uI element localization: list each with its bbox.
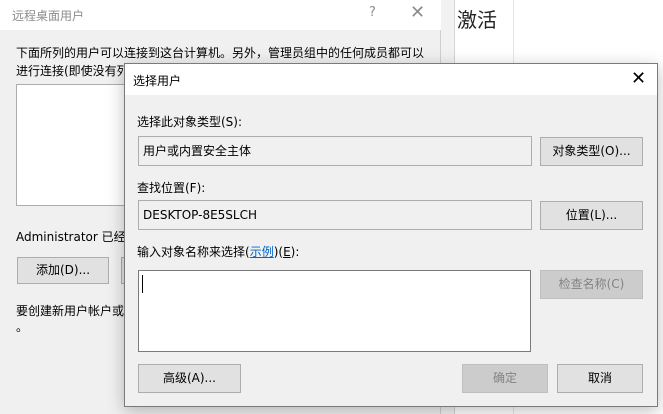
description-line-1: 下面所列的用户可以连接到这台计算机。另外，管理员组中的任何成员都可以 [16, 46, 425, 60]
back-dialog-close-icon[interactable]: ✕ [410, 2, 425, 23]
enter-names-label-end: ): [290, 245, 300, 259]
object-names-input[interactable] [138, 270, 531, 352]
create-account-text-end: 。 [16, 320, 29, 334]
examples-link[interactable]: 示例 [250, 245, 274, 259]
create-account-text: 要创建新用户帐户或 [16, 304, 125, 318]
administrator-status-text: Administrator 已经 [16, 230, 126, 244]
enter-names-label-mid: )( [273, 245, 284, 259]
location-field: DESKTOP-8E5SLCH [138, 200, 532, 230]
back-dialog-title: 远程桌面用户 [12, 9, 85, 23]
users-listbox[interactable] [16, 84, 128, 206]
check-names-button[interactable]: 检查名称(C) [540, 270, 643, 299]
front-dialog-titlebar: 选择用户 ✕ [125, 64, 657, 95]
enter-names-access-key: E [283, 245, 291, 259]
enter-names-label: 输入对象名称来选择(示例)(E): [137, 243, 299, 260]
text-caret [142, 275, 143, 293]
add-button[interactable]: 添加(D)... [17, 257, 109, 284]
back-dialog-titlebar: 远程桌面用户 ? ✕ [0, 0, 441, 30]
select-users-dialog: 选择用户 ✕ 选择此对象类型(S): 用户或内置安全主体 对象类型(O)... … [124, 63, 658, 407]
desktop-stage: 激活 远程桌面用户 ? ✕ 下面所列的用户可以连接到这台计算机。另外，管理员组中… [0, 0, 663, 414]
front-dialog-close-icon[interactable]: ✕ [631, 68, 646, 89]
help-icon[interactable]: ? [369, 5, 376, 20]
advanced-button[interactable]: 高级(A)... [138, 364, 241, 393]
ok-button[interactable]: 确定 [462, 364, 548, 393]
object-types-button[interactable]: 对象类型(O)... [540, 137, 643, 166]
object-type-field: 用户或内置安全主体 [138, 136, 532, 166]
front-dialog-title: 选择用户 [133, 74, 182, 88]
activate-text: 激活 [457, 8, 497, 32]
cancel-button[interactable]: 取消 [557, 364, 643, 393]
object-type-label: 选择此对象类型(S): [137, 115, 243, 129]
locations-button[interactable]: 位置(L)... [540, 201, 643, 230]
location-label: 查找位置(F): [137, 181, 206, 195]
enter-names-label-prefix: 输入对象名称来选择( [137, 245, 250, 259]
